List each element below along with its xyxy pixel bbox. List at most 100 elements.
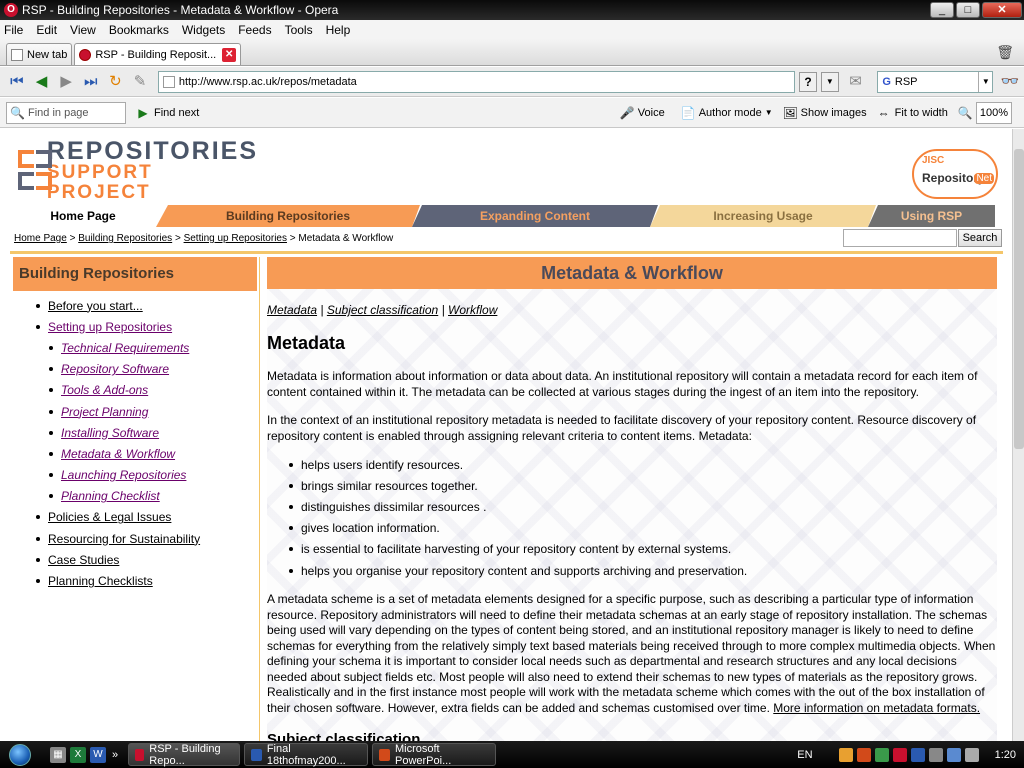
word-icon[interactable]: W xyxy=(90,746,106,763)
jisc-label: JISC xyxy=(922,155,945,166)
tray-icon[interactable] xyxy=(874,747,889,762)
back-icon[interactable]: ◀ xyxy=(31,71,53,93)
minimize-button[interactable]: _ xyxy=(930,2,954,18)
window-title: RSP - Building Repositories - Metadata &… xyxy=(22,3,339,17)
taskbar-item-opera[interactable]: RSP - Building Repo... xyxy=(128,743,241,767)
voice-button[interactable]: 🎤 Voice xyxy=(620,106,665,120)
tab-new[interactable]: New tab xyxy=(6,43,73,65)
sidebar-item[interactable]: Before you start... xyxy=(10,295,260,316)
sidebar-item[interactable]: Planning Checklists xyxy=(10,570,260,591)
image-icon: 🖼 xyxy=(782,105,798,120)
sidebar-subitem[interactable]: Metadata & Workflow xyxy=(10,443,260,464)
language-indicator[interactable]: EN xyxy=(797,749,812,761)
nav-expanding-content[interactable]: Expanding Content xyxy=(412,205,658,227)
opera-icon xyxy=(135,748,145,761)
find-toolbar: 🔍 Find in page ▶ Find next 🎤 Voice 📄 Aut… xyxy=(0,98,1024,128)
nav-increasing-usage[interactable]: Increasing Usage xyxy=(650,205,876,227)
tray-icon[interactable] xyxy=(928,747,943,762)
zoom-value[interactable]: 100% xyxy=(975,101,1012,124)
tab-close-icon[interactable]: ✕ xyxy=(222,47,237,62)
show-images-button[interactable]: 🖼 Show images xyxy=(783,106,867,120)
nav-home-page[interactable]: Home Page xyxy=(10,205,156,227)
menu-view[interactable]: View xyxy=(70,23,96,37)
menu-edit[interactable]: Edit xyxy=(36,23,57,37)
menu-tools[interactable]: Tools xyxy=(285,23,313,37)
sidebar-subitem[interactable]: Technical Requirements xyxy=(10,337,260,358)
menu-feeds[interactable]: Feeds xyxy=(238,23,271,37)
desktop-icon[interactable]: ▦ xyxy=(50,746,66,763)
list-item: is essential to facilitate harvesting of… xyxy=(289,539,989,560)
search-engine-label: RSP xyxy=(894,75,918,88)
start-button[interactable] xyxy=(0,741,40,768)
powerpoint-icon xyxy=(379,748,390,761)
breadcrumb-setting-up[interactable]: Setting up Repositories xyxy=(184,233,287,244)
link-metadata[interactable]: Metadata xyxy=(267,303,317,317)
link-workflow[interactable]: Workflow xyxy=(448,303,497,317)
scrollbar-thumb[interactable] xyxy=(1014,149,1024,449)
clock[interactable]: 1:20 xyxy=(995,749,1016,761)
vertical-scrollbar[interactable] xyxy=(1012,129,1024,741)
nav-using-rsp[interactable]: Using RSP xyxy=(868,205,995,227)
zoom-control[interactable]: 🔍 100% xyxy=(958,101,1012,124)
link-subject-classification[interactable]: Subject classification xyxy=(327,303,438,317)
breadcrumb-home[interactable]: Home Page xyxy=(14,233,67,244)
find-in-page-input[interactable]: 🔍 Find in page xyxy=(6,101,126,124)
word-icon xyxy=(251,748,262,761)
site-search-button[interactable]: Search xyxy=(958,229,1002,247)
taskbar-item-powerpoint[interactable]: Microsoft PowerPoi... xyxy=(372,743,497,767)
close-button[interactable]: ✕ xyxy=(982,2,1022,18)
reload-icon[interactable]: ↻ xyxy=(105,71,127,93)
fast-forward-icon[interactable]: ⏭ xyxy=(80,71,102,93)
page-viewport: REPOSITORIES SUPPORT PROJECT JISC Reposi… xyxy=(0,129,1012,741)
quick-launch: ▦ X W xyxy=(50,746,106,763)
author-mode-button[interactable]: 📄 Author mode ▼ xyxy=(681,106,773,120)
fit-to-width-button[interactable]: ⇔ Fit to width xyxy=(877,106,948,120)
rewind-icon[interactable]: ⏮ xyxy=(6,71,28,93)
find-next-button[interactable]: ▶ Find next xyxy=(136,106,199,120)
breadcrumb-building[interactable]: Building Repositories xyxy=(78,233,172,244)
sidebar-item[interactable]: Resourcing for Sustainability xyxy=(10,528,260,549)
taskbar-item-word[interactable]: Final 18thofmay200... xyxy=(244,743,369,767)
metadata-formats-link[interactable]: More information on metadata formats. xyxy=(773,701,980,715)
quick-launch-more[interactable]: » xyxy=(112,749,118,761)
search-engine-input[interactable]: G RSP ▼ xyxy=(877,70,994,93)
menu-help[interactable]: Help xyxy=(326,23,351,37)
excel-icon[interactable]: X xyxy=(70,746,86,763)
volume-icon[interactable] xyxy=(964,747,979,762)
sidebar-item[interactable]: Case Studies xyxy=(10,549,260,570)
sidebar-subitem[interactable]: Project Planning xyxy=(10,401,260,422)
edit-icon[interactable]: ✎ xyxy=(129,71,151,93)
sidebar-subitem[interactable]: Tools & Add-ons xyxy=(10,380,260,401)
mail-icon[interactable]: ✉ xyxy=(845,71,867,93)
sidebar-subitem[interactable]: Installing Software xyxy=(10,422,260,443)
network-icon[interactable] xyxy=(946,747,961,762)
tray-icon[interactable] xyxy=(910,747,925,762)
maximize-button[interactable]: □ xyxy=(956,2,980,18)
tab-bar: New tab RSP - Building Reposit... ✕ xyxy=(0,39,1024,66)
tray-icon[interactable] xyxy=(892,747,907,762)
nav-building-repositories[interactable]: Building Repositories xyxy=(156,205,420,227)
site-info-button[interactable]: ? xyxy=(799,71,817,92)
rsp-logo[interactable]: REPOSITORIES SUPPORT PROJECT xyxy=(18,139,258,203)
history-dropdown-icon[interactable]: ▼ xyxy=(820,71,839,92)
divider xyxy=(10,251,1003,254)
site-search-input[interactable] xyxy=(843,229,957,247)
arrow-right-icon: ▶ xyxy=(138,105,148,120)
url-input[interactable]: http://www.rsp.ac.uk/repos/metadata xyxy=(157,70,796,93)
glasses-icon[interactable]: 👓 xyxy=(999,71,1021,93)
trash-icon[interactable]: 🗑 xyxy=(996,44,1014,61)
jisc-repositorynet-logo[interactable]: JISC Repository Net xyxy=(912,149,998,199)
chevron-down-icon[interactable]: ▼ xyxy=(978,71,992,92)
sidebar-item[interactable]: Setting up Repositories xyxy=(10,316,260,337)
sidebar-subitem[interactable]: Launching Repositories xyxy=(10,465,260,486)
menu-file[interactable]: File xyxy=(4,23,23,37)
sidebar-subitem[interactable]: Planning Checklist xyxy=(10,486,260,507)
tab-rsp[interactable]: RSP - Building Reposit... ✕ xyxy=(74,43,242,65)
tray-icon[interactable] xyxy=(838,747,853,762)
sidebar-item[interactable]: Policies & Legal Issues xyxy=(10,507,260,528)
sidebar-subitem[interactable]: Repository Software xyxy=(10,359,260,380)
forward-icon[interactable]: ▶ xyxy=(55,71,77,93)
menu-widgets[interactable]: Widgets xyxy=(182,23,225,37)
menu-bookmarks[interactable]: Bookmarks xyxy=(109,23,169,37)
tray-icon[interactable] xyxy=(856,747,871,762)
